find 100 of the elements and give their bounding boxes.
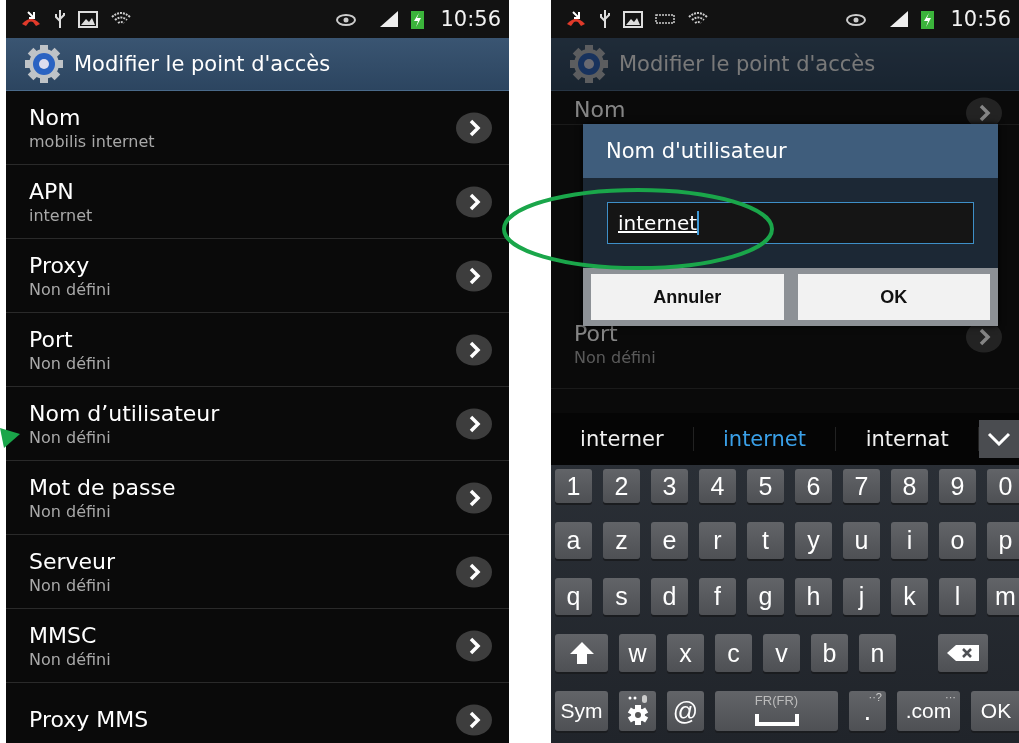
settings-row[interactable]: APN internet — [6, 165, 509, 239]
row-value: Non défini — [29, 501, 112, 521]
key[interactable]: i — [891, 522, 928, 559]
dotcom-key[interactable]: ··· .com — [897, 691, 960, 731]
key[interactable]: n — [859, 634, 896, 672]
key[interactable]: q — [555, 578, 592, 615]
shift-icon — [568, 640, 595, 666]
eye-icon — [845, 12, 868, 26]
key[interactable]: 0 — [987, 469, 1019, 503]
settings-row[interactable]: Port Non défini — [6, 313, 509, 387]
battery-icon — [411, 9, 425, 29]
key[interactable]: a — [555, 522, 592, 559]
key[interactable]: x — [667, 634, 704, 672]
chevron-icon[interactable] — [455, 111, 493, 144]
settings-icon — [569, 44, 609, 84]
header-title: Modifier le point d'accès — [74, 52, 331, 76]
key[interactable]: v — [763, 634, 800, 672]
period-key[interactable]: ··? . — [849, 691, 886, 731]
row-title: Proxy — [29, 252, 91, 278]
chevron-icon[interactable] — [455, 481, 493, 514]
key[interactable]: y — [795, 522, 832, 559]
missed-call-icon — [20, 10, 42, 28]
ok-button[interactable]: OK — [797, 274, 990, 320]
key[interactable]: j — [843, 578, 880, 615]
chevron-icon[interactable] — [455, 703, 493, 736]
key[interactable]: b — [811, 634, 848, 672]
signal-icon — [889, 10, 910, 28]
settings-row[interactable]: MMSC Non défini — [6, 609, 509, 683]
settings-row[interactable]: Serveur Non défini — [6, 535, 509, 609]
settings-row[interactable]: Proxy MMS — [6, 683, 509, 743]
row-title: Nom — [29, 104, 82, 130]
key[interactable]: 1 — [555, 469, 592, 503]
settings-row[interactable]: Nom d’utilisateur Non défini — [6, 387, 509, 461]
image-icon — [623, 10, 643, 28]
settings-row[interactable]: Mot de passe Non défini — [6, 461, 509, 535]
dialog-title: Nom d'utilisateur — [583, 124, 998, 178]
key[interactable]: @ — [667, 691, 704, 731]
eye-icon — [335, 12, 358, 26]
row-title: Mot de passe — [29, 474, 177, 500]
row-title: Proxy MMS — [29, 707, 150, 732]
row-title: Port — [574, 321, 619, 346]
usb-icon — [54, 9, 66, 29]
key[interactable]: z — [603, 522, 640, 559]
backspace-icon — [946, 644, 980, 662]
text-field[interactable]: internet — [607, 202, 974, 244]
header-title: Modifier le point d'accès — [619, 52, 876, 76]
key[interactable]: 8 — [891, 469, 928, 503]
key[interactable]: t — [747, 522, 784, 559]
key[interactable]: OK — [971, 691, 1019, 731]
key[interactable]: l — [939, 578, 976, 615]
row-value: Non défini — [29, 649, 112, 669]
cancel-button[interactable]: Annuler — [591, 274, 784, 320]
suggestion[interactable]: interner — [551, 427, 694, 451]
key[interactable]: u — [843, 522, 880, 559]
chevron-icon[interactable] — [455, 259, 493, 292]
key[interactable]: r — [699, 522, 736, 559]
chevron-icon[interactable] — [455, 555, 493, 588]
key[interactable]: c — [715, 634, 752, 672]
collapse-button[interactable] — [979, 420, 1019, 458]
row-value: Non défini — [29, 279, 112, 299]
key[interactable]: f — [699, 578, 736, 615]
chevron-icon[interactable] — [455, 629, 493, 662]
key[interactable]: h — [795, 578, 832, 615]
row-title: APN — [29, 178, 75, 204]
key[interactable]: 2 — [603, 469, 640, 503]
clock-time: 10:56 — [440, 7, 501, 31]
space-bar-icon — [754, 714, 799, 726]
key[interactable]: p — [987, 522, 1019, 559]
key[interactable]: 9 — [939, 469, 976, 503]
key[interactable]: 4 — [699, 469, 736, 503]
settings-key[interactable] — [619, 691, 656, 731]
row-value: Non défini — [29, 575, 112, 595]
key[interactable]: m — [987, 578, 1019, 615]
key[interactable]: 7 — [843, 469, 880, 503]
key[interactable]: g — [747, 578, 784, 615]
key[interactable]: Sym — [555, 691, 608, 731]
key[interactable]: o — [939, 522, 976, 559]
key[interactable]: 5 — [747, 469, 784, 503]
shift-key[interactable] — [555, 634, 608, 672]
key[interactable]: 3 — [651, 469, 688, 503]
battery-icon — [921, 9, 935, 29]
row-title: Nom — [574, 97, 627, 122]
row-title: MMSC — [29, 622, 98, 648]
key[interactable]: e — [651, 522, 688, 559]
chevron-icon[interactable] — [455, 407, 493, 440]
chevron-icon[interactable] — [455, 185, 493, 218]
chevron-down-icon — [987, 432, 1011, 446]
row-title: Serveur — [29, 548, 117, 574]
chevron-icon[interactable] — [455, 333, 493, 366]
key[interactable]: k — [891, 578, 928, 615]
suggestion[interactable]: internet — [693, 427, 837, 451]
row-value: mobilis internet — [29, 131, 156, 151]
key[interactable]: s — [603, 578, 640, 615]
key[interactable]: 6 — [795, 469, 832, 503]
settings-row[interactable]: Proxy Non défini — [6, 239, 509, 313]
delete-key[interactable] — [938, 634, 988, 672]
settings-row[interactable]: Nom mobilis internet — [6, 91, 509, 165]
row-title: Nom d’utilisateur — [29, 400, 221, 426]
key[interactable]: w — [619, 634, 656, 672]
key[interactable]: d — [651, 578, 688, 615]
